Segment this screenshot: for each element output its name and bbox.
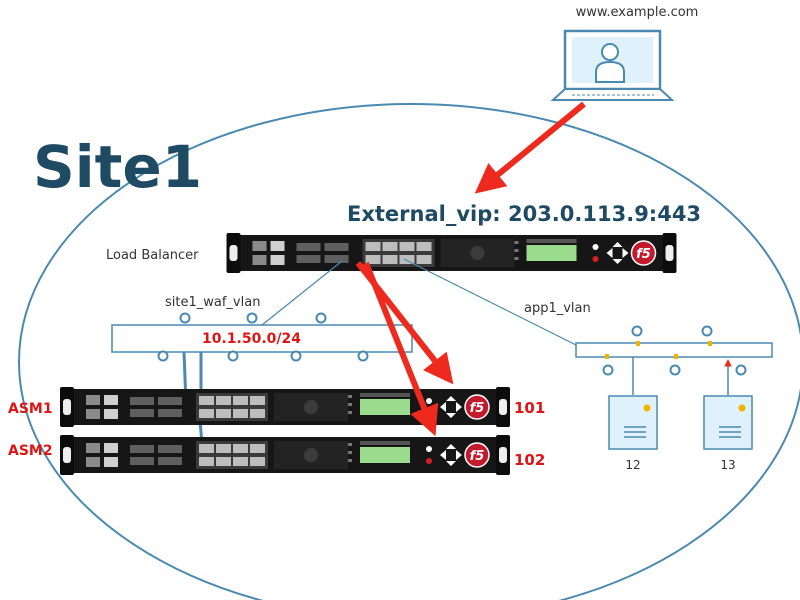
load-balancer-appliance [225,233,678,273]
asm1-id: 101 [514,399,545,417]
client-url: www.example.com [576,5,699,20]
external-vip-label: External_vip: 203.0.113.9:443 [347,202,701,226]
asm2-id: 102 [514,451,545,469]
server-13 [703,395,753,450]
asm1-label: ASM1 [8,401,53,417]
app-vlan-name: app1_vlan [524,301,591,316]
server-13-label: 13 [720,458,735,472]
asm2-label: ASM2 [8,443,53,459]
site-label: Site1 [33,133,202,201]
server-12 [608,395,658,450]
waf-vlan-subnet: 10.1.50.0/24 [202,331,301,347]
user-at-computer-icon [550,29,675,101]
network-diagram: f5 www.example.com Site1 External_vip: 2… [8,5,800,600]
asm2-appliance [60,435,510,475]
load-balancer-label: Load Balancer [106,248,199,263]
server-12-label: 12 [625,458,640,472]
waf-vlan-name: site1_waf_vlan [165,295,260,310]
asm1-appliance [60,387,510,427]
